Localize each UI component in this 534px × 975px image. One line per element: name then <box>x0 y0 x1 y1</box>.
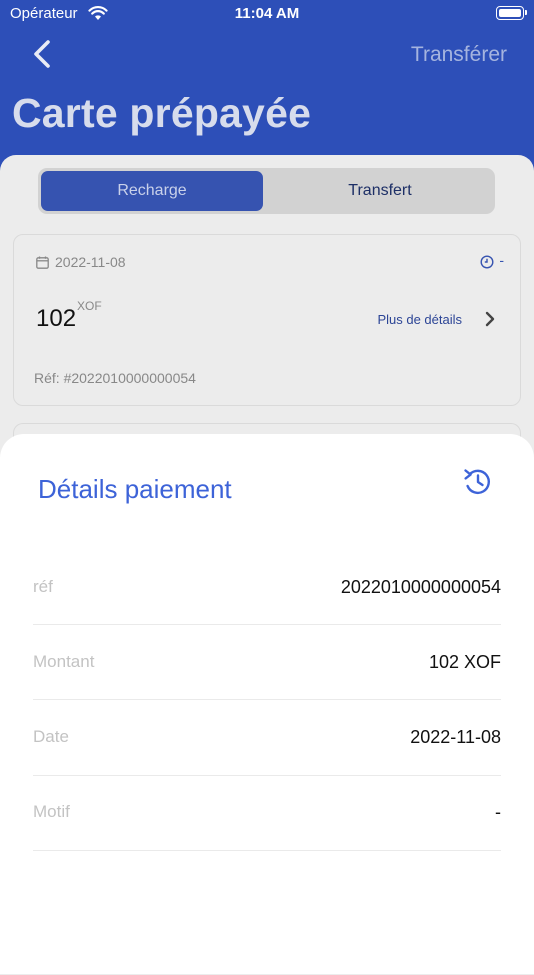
transaction-amount: 102 <box>36 305 77 332</box>
calendar-icon <box>36 256 49 269</box>
page-title: Carte prépayée <box>12 90 312 136</box>
sheet-title: Détails paiement <box>38 474 232 504</box>
clock-time: 11:04 AM <box>234 5 300 22</box>
more-details-link[interactable]: Plus de détails <box>377 312 462 327</box>
back-chevron-icon[interactable] <box>28 38 56 70</box>
transfer-button[interactable]: Transférer <box>411 43 507 67</box>
battery-icon <box>496 6 527 20</box>
detail-row-motif: Motif - <box>33 775 501 851</box>
detail-value: 2022-11-08 <box>410 727 501 747</box>
transaction-currency: XOF <box>77 299 102 313</box>
status-bar: Opérateur 11:04 AM <box>0 0 534 28</box>
tab-transfert[interactable]: Transfert <box>268 171 492 211</box>
detail-value: 2022010000000054 <box>340 577 501 597</box>
detail-row-date: Date 2022-11-08 <box>33 700 501 776</box>
clock-icon <box>480 255 494 269</box>
transaction-date: 2022-11-08 <box>55 254 126 270</box>
segmented-control: Recharge Transfert <box>38 168 495 214</box>
refresh-icon[interactable] <box>462 466 494 498</box>
transaction-ref: Réf: #2022010000000054 <box>34 370 196 386</box>
detail-value: - <box>495 802 501 822</box>
detail-label: Montant <box>33 652 95 671</box>
detail-label: Motif <box>33 802 70 821</box>
detail-row-amount: Montant 102 XOF <box>33 624 501 700</box>
transaction-status: - <box>499 252 504 268</box>
detail-label: Date <box>33 727 69 746</box>
tab-recharge[interactable]: Recharge <box>41 171 263 211</box>
chevron-right-icon[interactable] <box>484 310 496 328</box>
detail-value: 102 XOF <box>428 652 501 672</box>
detail-row-ref: réf 2022010000000054 <box>33 549 501 625</box>
payment-details-sheet: Détails paiement réf 2022010000000054 Mo… <box>0 434 534 974</box>
detail-label: réf <box>33 577 53 596</box>
transaction-card[interactable]: 2022-11-08 - 102 XOF Plus de détails Réf… <box>13 234 521 406</box>
